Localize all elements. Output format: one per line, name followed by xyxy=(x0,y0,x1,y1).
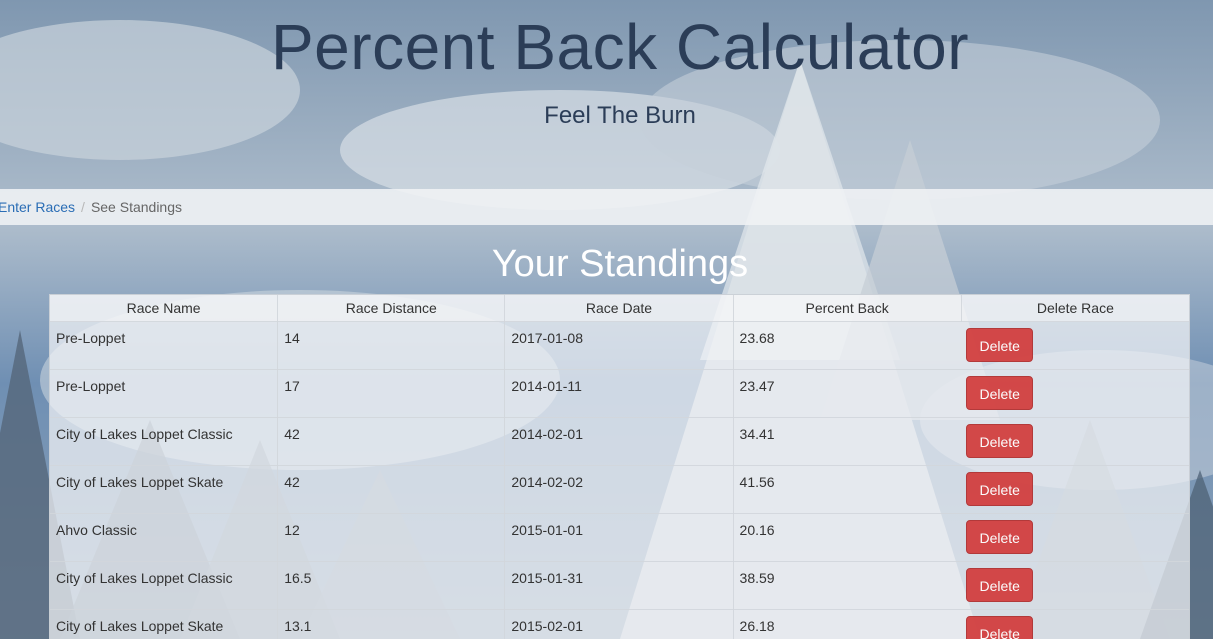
breadcrumb: Enter Races / See Standings xyxy=(0,189,1213,225)
table-header-row: Race Name Race Distance Race Date Percen… xyxy=(50,295,1189,322)
delete-cell: Delete xyxy=(961,321,1189,370)
delete-cell: Delete xyxy=(961,369,1189,418)
column-header-race-date: Race Date xyxy=(504,295,734,322)
race-distance-cell: 17 xyxy=(277,369,506,418)
delete-cell: Delete xyxy=(961,465,1189,514)
table-row: Ahvo Classic 12 2015-01-01 20.16 Delete xyxy=(50,513,1189,562)
breadcrumb-enter-races-link[interactable]: Enter Races xyxy=(0,199,75,215)
race-name-cell: Pre-Loppet xyxy=(50,369,279,418)
delete-cell: Delete xyxy=(961,609,1189,639)
breadcrumb-separator: / xyxy=(81,199,85,215)
table-row: Pre-Loppet 14 2017-01-08 23.68 Delete xyxy=(50,321,1189,370)
delete-cell: Delete xyxy=(961,561,1189,610)
race-name-cell: City of Lakes Loppet Skate xyxy=(50,609,279,639)
column-header-race-name: Race Name xyxy=(50,295,279,322)
table-row: City of Lakes Loppet Classic 42 2014-02-… xyxy=(50,417,1189,466)
race-name-cell: Ahvo Classic xyxy=(50,513,279,562)
race-date-cell: 2014-02-02 xyxy=(504,465,734,514)
table-row: City of Lakes Loppet Skate 42 2014-02-02… xyxy=(50,465,1189,514)
race-name-cell: City of Lakes Loppet Classic xyxy=(50,561,279,610)
race-distance-cell: 12 xyxy=(277,513,506,562)
table-row: City of Lakes Loppet Classic 16.5 2015-0… xyxy=(50,561,1189,610)
standings-table-container: Race Name Race Distance Race Date Percen… xyxy=(49,294,1190,639)
race-date-cell: 2014-02-01 xyxy=(504,417,734,466)
percent-back-cell: 26.18 xyxy=(733,609,962,639)
delete-button[interactable]: Delete xyxy=(966,520,1034,554)
delete-button[interactable]: Delete xyxy=(966,376,1034,410)
percent-back-cell: 23.68 xyxy=(733,321,962,370)
percent-back-cell: 34.41 xyxy=(733,417,962,466)
delete-cell: Delete xyxy=(961,417,1189,466)
standings-heading: Your Standings xyxy=(491,243,749,285)
delete-button[interactable]: Delete xyxy=(966,616,1034,639)
delete-button[interactable]: Delete xyxy=(966,568,1034,602)
table-row: Pre-Loppet 17 2014-01-11 23.47 Delete xyxy=(50,369,1189,418)
race-date-cell: 2015-01-01 xyxy=(504,513,734,562)
column-header-percent-back: Percent Back xyxy=(733,295,962,322)
race-distance-cell: 16.5 xyxy=(277,561,506,610)
percent-back-cell: 23.47 xyxy=(733,369,962,418)
table-row: City of Lakes Loppet Skate 13.1 2015-02-… xyxy=(50,609,1189,639)
race-date-cell: 2015-02-01 xyxy=(504,609,734,639)
column-header-delete-race: Delete Race xyxy=(961,295,1189,322)
race-date-cell: 2017-01-08 xyxy=(504,321,734,370)
race-distance-cell: 14 xyxy=(277,321,506,370)
race-distance-cell: 42 xyxy=(277,465,506,514)
column-header-race-distance: Race Distance xyxy=(277,295,506,322)
race-name-cell: City of Lakes Loppet Classic xyxy=(50,417,279,466)
race-distance-cell: 13.1 xyxy=(277,609,506,639)
race-name-cell: Pre-Loppet xyxy=(50,321,279,370)
page-subtitle: Feel The Burn xyxy=(544,102,696,129)
race-date-cell: 2015-01-31 xyxy=(504,561,734,610)
standings-table: Race Name Race Distance Race Date Percen… xyxy=(50,295,1189,639)
percent-back-cell: 38.59 xyxy=(733,561,962,610)
delete-button[interactable]: Delete xyxy=(966,328,1034,362)
page-title: Percent Back Calculator xyxy=(270,11,970,83)
race-distance-cell: 42 xyxy=(277,417,506,466)
race-date-cell: 2014-01-11 xyxy=(504,369,734,418)
breadcrumb-current: See Standings xyxy=(90,199,183,215)
delete-button[interactable]: Delete xyxy=(966,472,1034,506)
race-name-cell: City of Lakes Loppet Skate xyxy=(50,465,279,514)
percent-back-cell: 41.56 xyxy=(733,465,962,514)
delete-cell: Delete xyxy=(961,513,1189,562)
percent-back-cell: 20.16 xyxy=(733,513,962,562)
delete-button[interactable]: Delete xyxy=(966,424,1034,458)
